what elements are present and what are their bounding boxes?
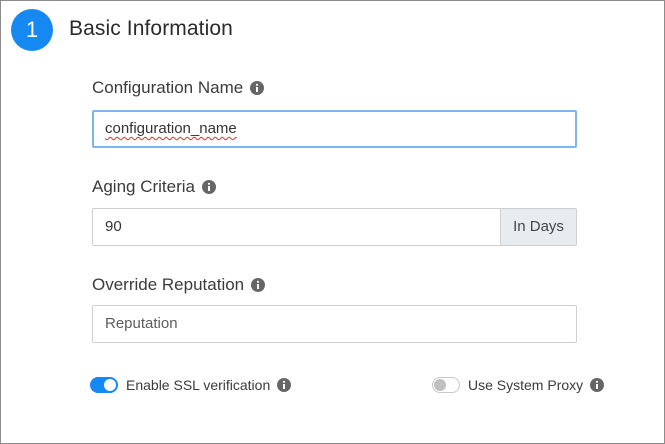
info-icon[interactable] <box>277 378 292 392</box>
info-icon[interactable] <box>202 180 216 194</box>
configuration-name-value: configuration_name <box>105 120 237 137</box>
override-reputation-label: Override Reputation <box>92 275 245 294</box>
aging-criteria-label-row: Aging Criteria <box>92 177 216 197</box>
override-reputation-placeholder: Reputation <box>105 315 178 332</box>
info-icon[interactable] <box>250 81 265 95</box>
aging-criteria-unit: In Days <box>500 208 577 246</box>
info-icon[interactable] <box>590 378 605 392</box>
override-reputation-label-row: Override Reputation <box>92 275 266 295</box>
aging-criteria-label: Aging Criteria <box>92 177 195 196</box>
step-badge: 1 <box>11 9 53 51</box>
aging-criteria-input[interactable]: 90 <box>92 208 500 246</box>
section-title: Basic Information <box>69 17 233 40</box>
configuration-name-label: Configuration Name <box>92 78 244 97</box>
info-icon[interactable] <box>251 278 266 292</box>
toggle-knob <box>434 379 446 391</box>
toggle-knob <box>104 379 116 391</box>
ssl-toggle-row: Enable SSL verification <box>90 377 292 393</box>
ssl-verification-label: Enable SSL verification <box>126 377 271 393</box>
system-proxy-toggle[interactable] <box>432 377 460 393</box>
form-panel: 1 Basic Information Configuration Name c… <box>0 0 665 444</box>
ssl-verification-toggle[interactable] <box>90 377 118 393</box>
proxy-toggle-row: Use System Proxy <box>432 377 605 393</box>
system-proxy-label: Use System Proxy <box>468 377 584 393</box>
configuration-name-input[interactable]: configuration_name <box>92 110 577 148</box>
override-reputation-input[interactable]: Reputation <box>92 305 577 343</box>
aging-criteria-input-group: 90 In Days <box>92 208 577 246</box>
configuration-name-label-row: Configuration Name <box>92 78 265 98</box>
